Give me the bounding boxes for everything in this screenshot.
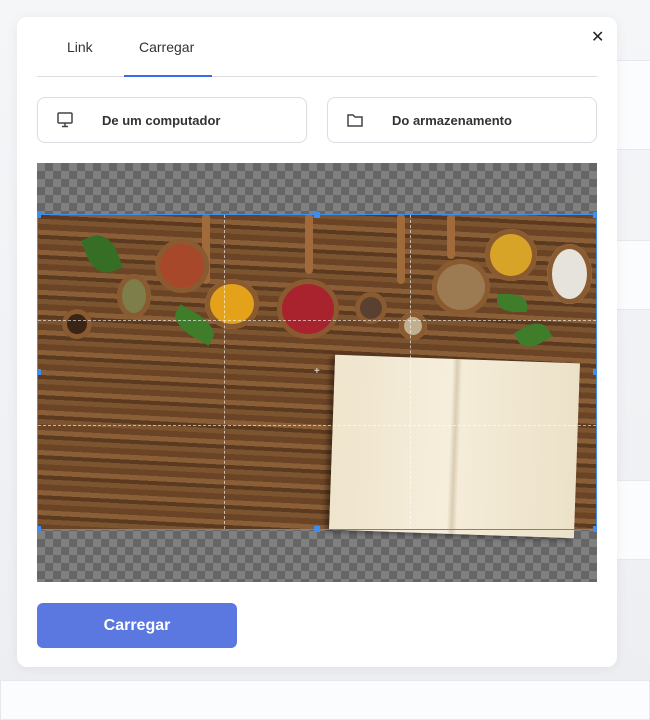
from-computer-button[interactable]: De um computador (37, 97, 307, 143)
image-cropper[interactable]: + (37, 163, 597, 582)
crop-frame[interactable]: + (37, 212, 597, 532)
crop-handle[interactable] (37, 526, 41, 532)
close-icon[interactable]: ✕ (591, 27, 604, 47)
crop-handle[interactable] (593, 369, 597, 375)
from-computer-label: De um computador (102, 112, 221, 128)
crop-handle[interactable] (37, 212, 41, 218)
upload-image-dialog: Link Carregar ✕ De um computador Do arma… (17, 17, 617, 667)
crop-handle[interactable] (37, 369, 41, 375)
monitor-icon (57, 112, 73, 128)
tab-link[interactable]: Link (67, 39, 93, 55)
crop-handle[interactable] (593, 526, 597, 532)
crop-grid-line (410, 215, 411, 529)
crop-grid-line (224, 215, 225, 529)
tab-divider (37, 76, 597, 77)
crop-grid-line (38, 320, 596, 321)
crop-handle[interactable] (314, 212, 320, 218)
tab-carregar[interactable]: Carregar (139, 39, 194, 55)
crop-handle[interactable] (314, 526, 320, 532)
upload-button[interactable]: Carregar (37, 603, 237, 648)
from-storage-button[interactable]: Do armazenamento (327, 97, 597, 143)
crop-center-icon: + (314, 366, 320, 377)
crop-handle[interactable] (593, 212, 597, 218)
background-toolbar (0, 680, 650, 720)
crop-grid-line (38, 425, 596, 426)
active-tab-indicator (124, 75, 212, 77)
folder-icon (347, 114, 363, 127)
from-storage-label: Do armazenamento (392, 112, 512, 128)
